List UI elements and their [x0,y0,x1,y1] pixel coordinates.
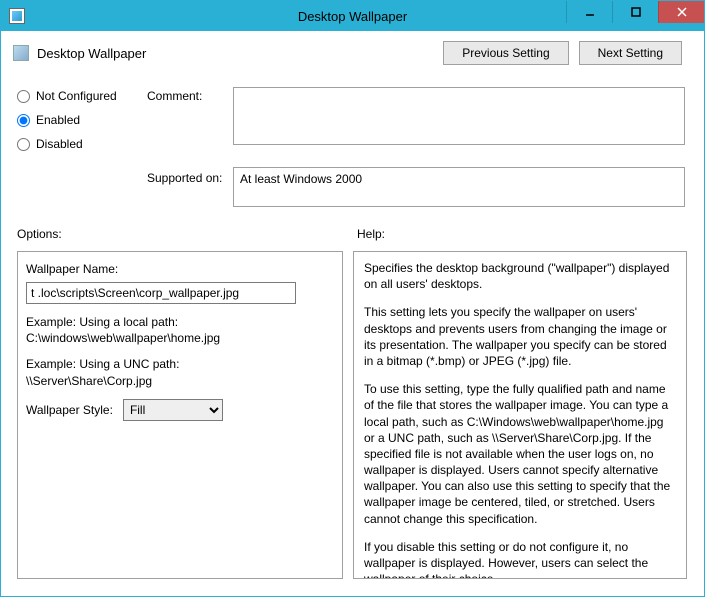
radio-not-configured-label: Not Configured [36,89,117,103]
radio-disabled-label: Disabled [36,137,83,151]
minimize-icon [585,7,595,17]
wallpaper-style-label: Wallpaper Style: [26,403,113,417]
radio-disabled[interactable]: Disabled [17,137,117,151]
header-row: Desktop Wallpaper Previous Setting Next … [7,31,698,81]
window-controls [566,1,704,23]
nav-buttons: Previous Setting Next Setting [443,41,692,65]
policy-name: Desktop Wallpaper [37,46,146,61]
help-paragraph: This setting lets you specify the wallpa… [364,304,676,369]
titlebar[interactable]: Desktop Wallpaper [1,1,704,31]
wallpaper-name-input[interactable] [26,282,296,304]
help-section-label: Help: [357,227,385,241]
maximize-button[interactable] [612,1,658,23]
comment-label: Comment: [147,89,202,103]
previous-setting-button[interactable]: Previous Setting [443,41,568,65]
maximize-icon [631,7,641,17]
example-unc-value: \\Server\Share\Corp.jpg [26,373,334,389]
help-panel[interactable]: Specifies the desktop background ("wallp… [353,251,687,579]
example-unc: Example: Using a UNC path: \\Server\Shar… [26,356,334,388]
state-radio-group: Not Configured Enabled Disabled [17,89,117,151]
radio-enabled[interactable]: Enabled [17,113,117,127]
options-panel: Wallpaper Name: Example: Using a local p… [17,251,343,579]
client-area: Desktop Wallpaper Previous Setting Next … [7,31,698,590]
next-setting-button[interactable]: Next Setting [579,41,682,65]
radio-enabled-label: Enabled [36,113,80,127]
help-paragraph: Specifies the desktop background ("wallp… [364,260,676,292]
system-menu-icon[interactable] [9,8,25,24]
example-unc-label: Example: Using a UNC path: [26,356,334,372]
policy-editor-window: Desktop Wallpaper Desktop Wallpaper Prev… [0,0,705,597]
comment-textarea[interactable] [233,87,685,145]
help-paragraph: If you disable this setting or do not co… [364,539,676,579]
example-local-value: C:\windows\web\wallpaper\home.jpg [26,330,334,346]
radio-enabled-input[interactable] [17,114,30,127]
radio-not-configured-input[interactable] [17,90,30,103]
radio-not-configured[interactable]: Not Configured [17,89,117,103]
help-paragraph: To use this setting, type the fully qual… [364,381,676,527]
supported-on-label: Supported on: [147,171,222,185]
wallpaper-style-select[interactable]: Fill [123,399,223,421]
close-button[interactable] [658,1,704,23]
radio-disabled-input[interactable] [17,138,30,151]
close-icon [677,7,687,17]
policy-icon [13,45,29,61]
supported-on-value: At least Windows 2000 [233,167,685,207]
example-local: Example: Using a local path: C:\windows\… [26,314,334,346]
minimize-button[interactable] [566,1,612,23]
wallpaper-name-label: Wallpaper Name: [26,262,334,276]
options-section-label: Options: [17,227,62,241]
wallpaper-style-row: Wallpaper Style: Fill [26,399,334,421]
example-local-label: Example: Using a local path: [26,314,334,330]
